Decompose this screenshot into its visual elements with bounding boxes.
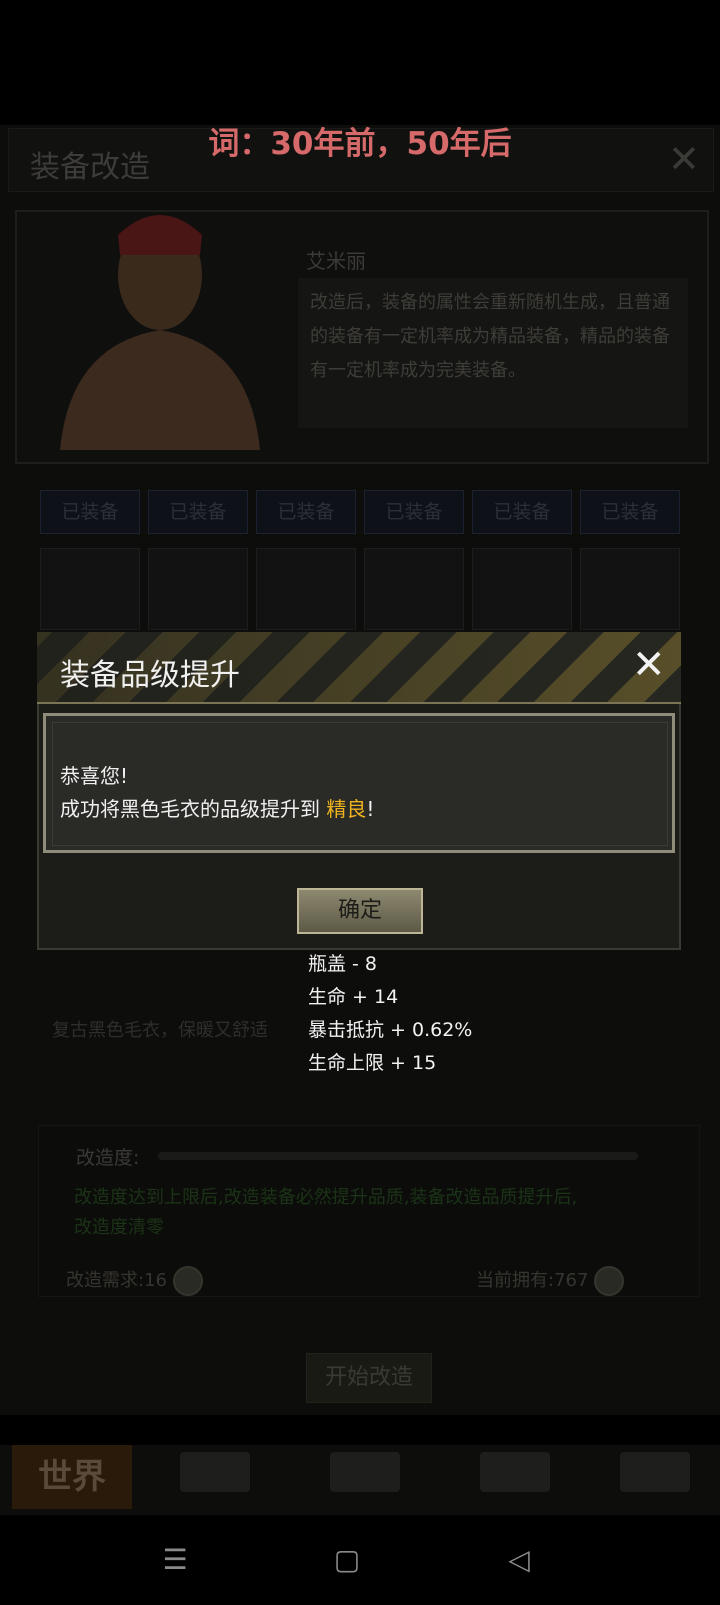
- requirement-text: 改造需求:16: [66, 1270, 167, 1291]
- equipment-slot[interactable]: [472, 548, 572, 630]
- item-stats: 瓶盖 - 8 生命 + 14 暴击抵抗 + 0.62% 生命上限 + 15: [308, 948, 472, 1080]
- equipment-slot[interactable]: [364, 548, 464, 630]
- message-prefix: 成功将黑色毛衣的品级提升到: [60, 797, 320, 821]
- equipped-tag: 已装备: [364, 490, 464, 534]
- equipped-tag: 已装备: [256, 490, 356, 534]
- dialog-message-line2: 成功将黑色毛衣的品级提升到 精良!: [60, 793, 374, 822]
- anvil-icon[interactable]: [330, 1452, 400, 1492]
- owned-amount: 当前拥有:767: [476, 1266, 625, 1296]
- building-icon[interactable]: [480, 1452, 550, 1492]
- modify-degree-label: 改造度:: [76, 1147, 140, 1169]
- equipment-tag-row: 已装备 已装备 已装备 已装备 已装备 已装备: [40, 490, 690, 535]
- owned-text: 当前拥有:767: [476, 1270, 589, 1291]
- dialog-message-line1: 恭喜您!: [60, 764, 129, 788]
- cart-icon[interactable]: [620, 1452, 690, 1492]
- overlay-caption: 词：30年前，50年后: [208, 126, 512, 162]
- backpack-icon[interactable]: [180, 1452, 250, 1492]
- equipped-tag: 已装备: [148, 490, 248, 534]
- dialog-message-inner: [52, 722, 668, 846]
- menu-icon[interactable]: ☰: [150, 1543, 200, 1577]
- back-icon[interactable]: ◁: [494, 1543, 544, 1577]
- stat-line: 生命 + 14: [308, 986, 399, 1008]
- close-icon[interactable]: ✕: [632, 645, 666, 685]
- stat-line: 瓶盖 - 8: [308, 953, 378, 975]
- equipment-slot[interactable]: [148, 548, 248, 630]
- confirm-button[interactable]: 确定: [297, 888, 423, 934]
- modify-progress-bar: [158, 1152, 638, 1160]
- grade-text: 精良: [326, 797, 367, 821]
- nav-world-button[interactable]: 世界: [12, 1445, 132, 1509]
- home-icon[interactable]: ▢: [322, 1543, 372, 1577]
- equipped-tag: 已装备: [472, 490, 572, 534]
- start-modify-button[interactable]: 开始改造: [306, 1353, 432, 1403]
- equipped-tag: 已装备: [580, 490, 680, 534]
- stat-line: 生命上限 + 15: [308, 1052, 437, 1074]
- bottle-cap-icon: [172, 1266, 203, 1296]
- bottle-cap-icon: [594, 1266, 625, 1296]
- npc-portrait: [60, 215, 260, 450]
- item-description: 复古黑色毛衣，保暖又舒适: [52, 1020, 268, 1041]
- stat-line: 暴击抵抗 + 0.62%: [308, 1019, 473, 1041]
- message-suffix: !: [366, 797, 375, 821]
- equipped-tag: 已装备: [40, 490, 140, 534]
- modify-requirement: 改造需求:16: [66, 1266, 203, 1296]
- dialog-title: 装备品级提升: [60, 658, 240, 693]
- modify-hint: 改造度达到上限后,改造装备必然提升品质,装备改造品质提升后,改造度清零: [74, 1187, 578, 1238]
- npc-name: 艾米丽: [306, 249, 366, 273]
- equipment-slot[interactable]: [40, 548, 140, 630]
- equipment-slot[interactable]: [256, 548, 356, 630]
- equipment-slot[interactable]: [580, 548, 680, 630]
- npc-description: 改造后，装备的属性会重新随机生成，且普通的装备有一定机率成为精品装备，精品的装备…: [298, 278, 688, 428]
